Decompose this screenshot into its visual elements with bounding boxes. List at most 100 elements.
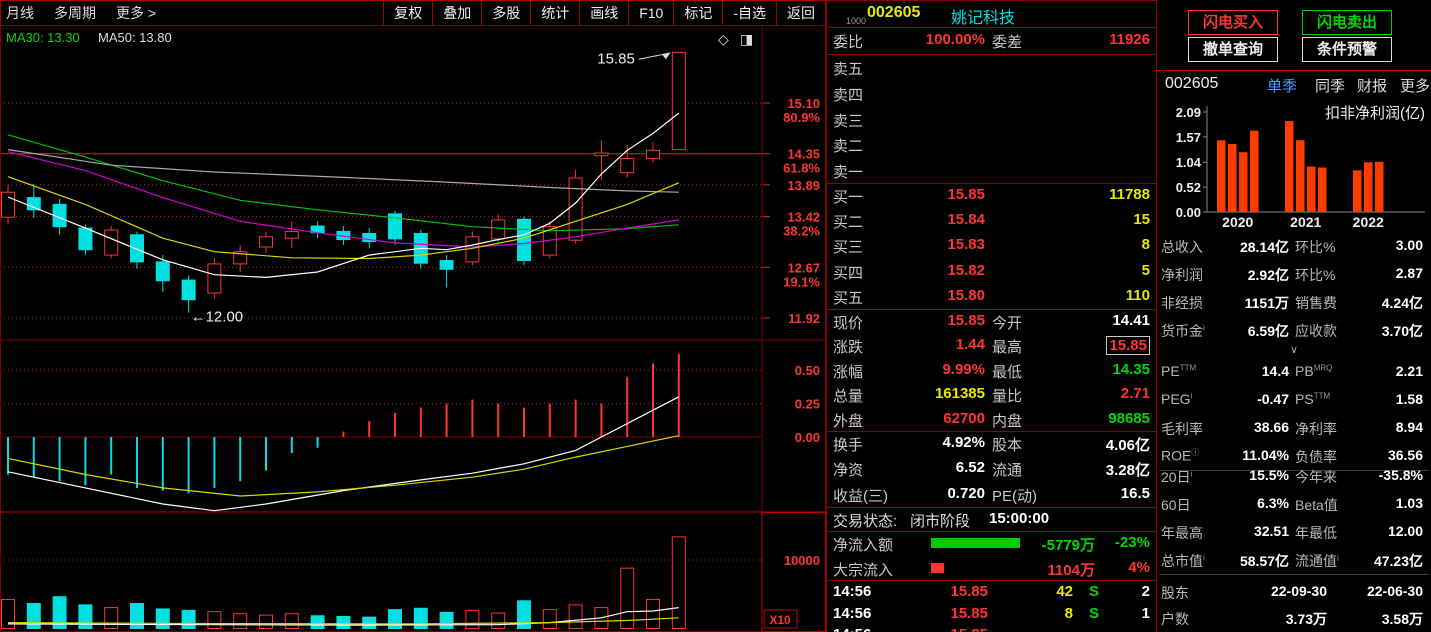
toolbar-button-叠加[interactable]: 叠加 bbox=[432, 0, 482, 26]
svg-text:←12.00: ←12.00 bbox=[191, 309, 244, 326]
info-label: 环比% bbox=[1295, 239, 1336, 255]
chevron-down-icon[interactable]: ∨ bbox=[1157, 344, 1431, 356]
sell-level-label: 卖三 bbox=[833, 112, 864, 130]
info-value: 6.3% bbox=[1257, 495, 1289, 511]
toolbar-button-标记[interactable]: 标记 bbox=[673, 0, 723, 26]
toolbar-button-F10[interactable]: F10 bbox=[628, 0, 674, 26]
stat-label: 股本 bbox=[992, 437, 1023, 454]
stat-label: 现价 bbox=[833, 315, 864, 332]
trade-count: 2 bbox=[1141, 583, 1150, 600]
stat-value: 98685 bbox=[1108, 409, 1150, 427]
diamond-icon[interactable]: ◇ bbox=[718, 31, 729, 47]
buy-level-price: 15.82 bbox=[947, 261, 985, 279]
tab-财报[interactable]: 财报 bbox=[1357, 75, 1387, 96]
info-value: 11.04% bbox=[1242, 447, 1289, 463]
ma-legend: MA30: 13.30 bbox=[6, 30, 80, 45]
tab-同季[interactable]: 同季 bbox=[1315, 75, 1345, 96]
panel-toggle-icon[interactable]: ◨ bbox=[740, 31, 753, 47]
toolbar-button-统计[interactable]: 统计 bbox=[530, 0, 580, 26]
stat-value: 62700 bbox=[943, 409, 985, 427]
trade-status-row: 交易状态: 闭市阶段 15:00:00 bbox=[827, 507, 1156, 532]
stat-label: 总量 bbox=[833, 388, 864, 406]
button-闪电卖出[interactable]: 闪电卖出 bbox=[1302, 10, 1392, 35]
stat-label: 最低 bbox=[992, 363, 1023, 381]
info-value: -0.47 bbox=[1257, 391, 1289, 407]
button-条件预警[interactable]: 条件预警 bbox=[1302, 37, 1392, 62]
info-label: 货币金i bbox=[1161, 323, 1205, 339]
flow-value: -5779万 bbox=[1041, 537, 1095, 554]
info-label: 股东 bbox=[1161, 585, 1189, 601]
info-value: 1.03 bbox=[1395, 495, 1423, 511]
divider bbox=[1159, 574, 1429, 575]
year-label: 2020 bbox=[1222, 214, 1253, 230]
tab-单季[interactable]: 单季 bbox=[1267, 75, 1297, 96]
svg-text:2.09: 2.09 bbox=[1176, 105, 1201, 120]
stat-label: 外盘 bbox=[833, 412, 864, 430]
toolbar-button-返回[interactable]: 返回 bbox=[776, 0, 826, 26]
period-menu-item[interactable]: 更多 > bbox=[116, 3, 156, 23]
info-value: 22-06-30 bbox=[1366, 583, 1423, 599]
stat-value: 9.99% bbox=[942, 360, 985, 378]
svg-text:15.10: 15.10 bbox=[787, 96, 820, 111]
info-value: 2.92亿 bbox=[1247, 267, 1289, 283]
info-label: PETTM bbox=[1161, 363, 1197, 379]
kline-chart[interactable]: 15.1080.9% 14.3561.8% 13.89 13.4238.2% 12.67… bbox=[0, 25, 826, 632]
svg-text:12.67: 12.67 bbox=[787, 260, 820, 275]
stat-label: 最高 bbox=[992, 339, 1023, 357]
info-row: 年最高 32.51 年最低 12.00 bbox=[1157, 518, 1431, 546]
stat-label: 涨跌 bbox=[833, 339, 864, 357]
status-phase: 闭市阶段 bbox=[910, 513, 971, 530]
info-label: 销售费 bbox=[1295, 295, 1337, 311]
info-label: 年最高 bbox=[1161, 525, 1203, 541]
order-book-panel: 1000 002605 姚记科技 委比 100.00% 委差 11926 卖五卖… bbox=[826, 0, 1157, 632]
toolbar-button--自选[interactable]: -自选 bbox=[722, 0, 776, 26]
buy-level-qty: 11788 bbox=[1109, 186, 1150, 203]
stock-header: 1000 002605 姚记科技 bbox=[827, 1, 1156, 28]
info-label: 年最低 bbox=[1295, 525, 1337, 541]
info-value: 4.24亿 bbox=[1381, 295, 1423, 311]
toolbar-buttons: 复权 叠加 多股 统计 画线 F10 标记 -自选 返回 bbox=[383, 0, 826, 26]
period-menu-item[interactable]: 月线 bbox=[6, 3, 34, 23]
info-label: 今年来 bbox=[1295, 469, 1337, 485]
toolbar-button-复权[interactable]: 复权 bbox=[383, 0, 433, 26]
svg-text:13.42: 13.42 bbox=[787, 210, 820, 225]
stock-prefix: 1000 bbox=[846, 16, 867, 26]
svg-text:1.57: 1.57 bbox=[1176, 130, 1201, 145]
info-row: PEGi -0.47 PSTTM 1.58 bbox=[1157, 386, 1431, 414]
stat-label: 收益(三) bbox=[833, 487, 888, 505]
svg-text:80.9%: 80.9% bbox=[783, 110, 820, 125]
button-撤单查询[interactable]: 撤单查询 bbox=[1188, 37, 1278, 62]
trade-price: 15.85 bbox=[950, 583, 988, 600]
stat-value: 15.85 bbox=[1106, 336, 1150, 356]
svg-text:10000: 10000 bbox=[784, 553, 820, 568]
sell-level-label: 卖一 bbox=[833, 164, 864, 182]
stat-label: 净资 bbox=[833, 462, 864, 480]
info-value: 32.51 bbox=[1253, 523, 1289, 539]
sell-level-label: 卖二 bbox=[833, 138, 864, 156]
stock-code: 002605 bbox=[867, 4, 921, 21]
tab-更多..[interactable]: 更多.. bbox=[1400, 75, 1431, 96]
info-row: 净利润 2.92亿 环比% 2.87 bbox=[1157, 260, 1431, 288]
trade-side: S bbox=[1089, 604, 1100, 622]
flow-bar bbox=[931, 562, 944, 573]
info-row: 总市值i 58.57亿 流通值i 47.23亿 bbox=[1157, 546, 1431, 574]
info-label: 非经损 bbox=[1161, 295, 1203, 311]
holders-row: 户数 3.73万 3.58万 bbox=[1157, 604, 1431, 630]
weibi-label: 委比 bbox=[833, 34, 864, 51]
flow-pct: 4% bbox=[1128, 558, 1150, 576]
toolbar-button-多股[interactable]: 多股 bbox=[481, 0, 531, 26]
buy-level-qty: 5 bbox=[1141, 261, 1150, 279]
info-value: 58.57亿 bbox=[1239, 553, 1289, 569]
info-label: 户数 bbox=[1161, 611, 1189, 627]
buy-level-label: 买五 bbox=[833, 289, 864, 307]
button-闪电买入[interactable]: 闪电买入 bbox=[1188, 10, 1278, 35]
svg-text:1.04: 1.04 bbox=[1176, 155, 1202, 170]
weicha-label: 委差 bbox=[992, 34, 1023, 51]
stat-label: 量比 bbox=[992, 388, 1023, 406]
toolbar-button-画线[interactable]: 画线 bbox=[579, 0, 629, 26]
stat-label: 内盘 bbox=[992, 412, 1023, 430]
info-label: 总收入 bbox=[1161, 239, 1203, 255]
sell-level-label: 卖五 bbox=[833, 61, 864, 78]
info-row: 总收入 28.14亿 环比% 3.00 bbox=[1157, 232, 1431, 260]
period-menu-item[interactable]: 多周期 bbox=[54, 3, 96, 23]
